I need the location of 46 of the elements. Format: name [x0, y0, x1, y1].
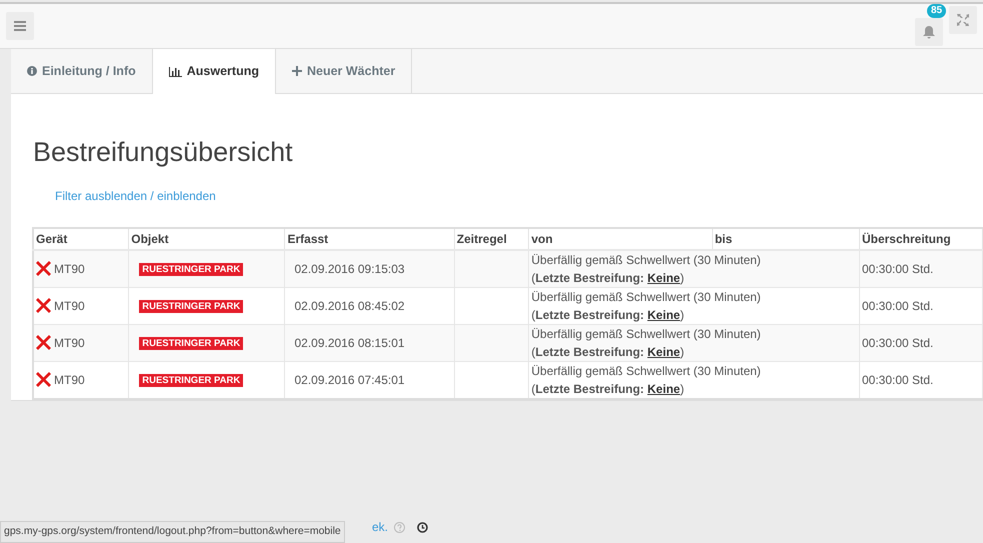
exceeded-time: 00:30:00 Std.	[862, 298, 934, 312]
exceeded-time: 00:30:00 Std.	[862, 262, 934, 276]
overdue-message: Überfällig gemäß Schwellwert (30 Minuten)	[531, 326, 762, 342]
captured-time: 02.09.2016 09:15:03	[294, 262, 405, 276]
last-check-note: (Letzte Bestreifung: Keine)	[531, 270, 686, 286]
last-check-link[interactable]: Keine	[647, 308, 680, 322]
overdue-message: Überfällig gemäß Schwellwert (30 Minuten)	[531, 288, 762, 306]
object-tag: RUESTRINGER PARK	[139, 374, 244, 388]
overdue-message: Überfällig gemäß Schwellwert (30 Minuten)	[531, 362, 762, 380]
status-url: gps.my-gps.org/system/frontend/logout.php?from=button&where=mobile	[0, 521, 345, 543]
captured-time: 02.09.2016 08:15:01	[294, 336, 405, 350]
info-icon	[27, 66, 37, 76]
help-icon	[394, 522, 406, 532]
exceeded-time: 00:30:00 Std.	[862, 372, 934, 386]
device-name: MT90	[54, 298, 85, 314]
last-check-note: (Letzte Bestreifung: Keine)	[531, 380, 686, 398]
notifications-button[interactable]	[915, 18, 943, 46]
clock-icon	[417, 522, 428, 532]
captured-time: 02.09.2016 07:45:01	[294, 372, 405, 386]
object-tag: RUESTRINGER PARK	[139, 300, 244, 314]
menu-button[interactable]	[6, 12, 34, 40]
menu-icon	[14, 21, 26, 31]
overdue-message: Überfällig gemäß Schwellwert (30 Minuten)	[531, 252, 762, 268]
object-tag: RUESTRINGER PARK	[139, 263, 244, 276]
page-title: Bestreifungsübersicht	[33, 136, 294, 169]
plus-icon	[292, 66, 302, 76]
tab[interactable]: Neuer Wächter	[276, 49, 412, 93]
last-check-note: (Letzte Bestreifung: Keine)	[531, 306, 686, 324]
last-check-link[interactable]: Keine	[647, 382, 680, 396]
device-name: MT90	[54, 260, 85, 278]
last-check-note: (Letzte Bestreifung: Keine)	[531, 344, 686, 360]
object-tag: RUESTRINGER PARK	[139, 337, 244, 350]
fullscreen-icon	[957, 14, 969, 26]
separator-text: /	[150, 188, 154, 202]
device-name: MT90	[54, 372, 85, 388]
last-check-link[interactable]: Keine	[647, 344, 680, 358]
tab[interactable]: Auswertung	[152, 49, 276, 94]
notification-badge: 85	[927, 4, 946, 18]
bar-chart-icon	[168, 66, 182, 76]
device-name: MT90	[54, 334, 85, 352]
captured-time: 02.09.2016 08:45:02	[294, 298, 405, 312]
footer-text: ek.	[372, 519, 388, 536]
last-check-link[interactable]: Keine	[647, 270, 680, 284]
bell-icon	[923, 26, 935, 38]
fullscreen-button[interactable]	[949, 6, 977, 34]
exceeded-time: 00:30:00 Std.	[862, 336, 934, 350]
